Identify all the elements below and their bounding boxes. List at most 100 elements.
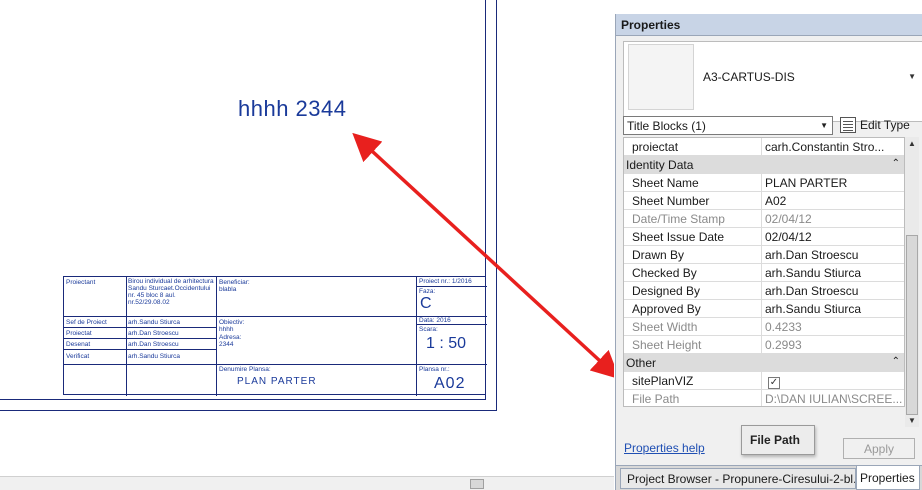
property-value[interactable]: PLAN PARTER (763, 174, 904, 192)
tb-obiectiv-value: hhhh (219, 326, 234, 333)
sheet-text-label[interactable]: hhhh 2344 (238, 96, 347, 122)
tb-adresa-label: Adresa: (219, 334, 242, 341)
tb-scara-label: Scara: (419, 326, 438, 333)
chevron-down-icon[interactable]: ▼ (908, 72, 916, 81)
properties-grid[interactable]: proiectat carh.Constantin Stro... Identity… (623, 137, 905, 407)
property-row[interactable]: File Path D:\DAN IULIAN\SCREE... (624, 390, 904, 406)
property-row[interactable]: proiectat carh.Constantin Stro... (624, 138, 904, 156)
property-name: Sheet Width (624, 318, 762, 336)
property-value[interactable]: arh.Dan Stroescu (763, 246, 904, 264)
property-value[interactable]: carh.Constantin Stro... (763, 138, 904, 156)
property-name: Date/Time Stamp (624, 210, 762, 228)
chevron-down-icon[interactable]: ▼ (820, 121, 828, 130)
property-row[interactable]: Sheet Number A02 (624, 192, 904, 210)
property-row[interactable]: Drawn By arh.Dan Stroescu (624, 246, 904, 264)
edit-type-icon (840, 117, 856, 133)
property-row[interactable]: Sheet Name PLAN PARTER (624, 174, 904, 192)
tb-denumire-value: PLAN PARTER (237, 376, 317, 387)
property-name: Approved By (624, 300, 762, 318)
property-group-label: Identity Data (626, 158, 694, 172)
property-value: 0.4233 (765, 320, 802, 334)
apply-button[interactable]: Apply (843, 438, 915, 459)
properties-vertical-scrollbar[interactable]: ▲ ▼ (905, 137, 919, 427)
tb-sef-proiect-label: Sef de Proiect (66, 319, 107, 326)
tab-project-browser[interactable]: Project Browser - Propunere-Ciresului-2-… (620, 468, 856, 489)
property-row[interactable]: Sheet Issue Date 02/04/12 (624, 228, 904, 246)
scrollbar-thumb[interactable] (906, 235, 918, 415)
tb-beneficiar-label: Beneficiar: (219, 279, 250, 286)
tb-divider (64, 349, 217, 350)
tb-proiectat-value: arh.Dan Stroescu (128, 330, 179, 337)
properties-panel-title[interactable]: Properties (616, 14, 922, 36)
tb-divider (416, 277, 417, 396)
property-name: File Path (624, 390, 762, 406)
property-value[interactable]: A02 (763, 192, 904, 210)
property-value[interactable]: arh.Dan Stroescu (763, 282, 904, 300)
category-filter-dropdown[interactable]: Title Blocks (1) ▼ (623, 116, 833, 135)
scroll-down-icon[interactable]: ▼ (908, 416, 916, 425)
scrollbar-thumb[interactable] (470, 479, 484, 489)
tb-faza-label: Faza: (419, 288, 436, 295)
collapse-icon[interactable]: ⌃ (892, 158, 900, 169)
tb-proiectant-value: Birou individual de arhitectura Sandu St… (128, 278, 214, 306)
property-row[interactable]: Approved By arh.Sandu Stiurca (624, 300, 904, 318)
category-filter-value: Title Blocks (1) (627, 119, 706, 133)
property-group-label: Other (626, 356, 657, 370)
sheet-border-outer-bottom (0, 410, 497, 411)
tb-obiectiv-label: Obiectiv: (219, 319, 245, 326)
property-row[interactable]: Date/Time Stamp 02/04/12 (624, 210, 904, 228)
property-name: proiectat (624, 138, 762, 156)
property-value[interactable]: arh.Sandu Stiurca (763, 300, 904, 318)
tb-divider (64, 316, 417, 317)
property-value[interactable]: 02/04/12 (763, 228, 904, 246)
tb-plansa-value: A02 (434, 375, 466, 392)
tb-proiect-nr: Proiect nr.: 1/2016 (419, 278, 472, 285)
tb-proiectant-label: Proiectant (66, 279, 96, 286)
property-row[interactable]: Checked By arh.Sandu Stiurca (624, 264, 904, 282)
tb-divider (126, 277, 127, 396)
edit-type-button[interactable]: Edit Type (840, 114, 910, 136)
property-name: Drawn By (624, 246, 762, 264)
type-selector[interactable]: A3-CARTUS-DIS ▼ (623, 41, 922, 122)
tb-proiectat-label: Proiectat (66, 330, 92, 337)
tb-divider (64, 327, 217, 328)
properties-help-link[interactable]: Properties help (624, 441, 705, 455)
annotation-arrow (352, 132, 614, 380)
property-value[interactable]: arh.Sandu Stiurca (763, 264, 904, 282)
title-block[interactable]: Proiectant Birou individual de arhitectu… (63, 276, 487, 396)
collapse-icon[interactable]: ⌃ (892, 356, 900, 367)
properties-panel: Properties A3-CARTUS-DIS ▼ Title Blocks … (615, 14, 922, 490)
property-name: Sheet Issue Date (624, 228, 762, 246)
property-group-header[interactable]: Other ⌃ (624, 354, 904, 372)
property-row[interactable]: Sheet Width 0.4233 (624, 318, 904, 336)
tb-desenat-label: Desenat (66, 341, 91, 348)
checkbox[interactable]: ✓ (768, 377, 780, 389)
tb-verificat-label: Verificat (66, 353, 90, 360)
tb-desenat-value: arh.Dan Stroescu (128, 341, 179, 348)
sheet-border-inner-bottom (0, 399, 486, 400)
scroll-up-icon[interactable]: ▲ (908, 139, 916, 148)
horizontal-scrollbar[interactable] (0, 476, 614, 490)
property-name: sitePlanVIZ (624, 372, 762, 390)
property-group-header[interactable]: Identity Data ⌃ (624, 156, 904, 174)
property-row[interactable]: Designed By arh.Dan Stroescu (624, 282, 904, 300)
panel-tab-bar: Project Browser - Propunere-Ciresului-2-… (616, 465, 922, 490)
property-value: 0.2993 (765, 338, 802, 352)
property-row[interactable]: sitePlanVIZ ✓ (624, 372, 904, 390)
drawing-canvas[interactable]: hhhh 2344 Proiectant Birou individual de… (0, 0, 614, 476)
tab-properties[interactable]: Properties (856, 466, 920, 490)
property-row[interactable]: Sheet Height 0.2993 (624, 336, 904, 354)
tb-divider (416, 324, 487, 325)
property-checkbox-cell[interactable]: ✓ (763, 372, 904, 390)
edit-type-label: Edit Type (860, 118, 910, 132)
property-value: 02/04/12 (765, 212, 812, 226)
tb-data-label: Data: 2016 (419, 317, 451, 324)
tb-faza-value: C (420, 295, 432, 312)
property-name: Sheet Height (624, 336, 762, 354)
tb-divider (64, 338, 217, 339)
tb-divider (64, 364, 487, 365)
tb-beneficiar-value: blabla (219, 286, 237, 293)
property-name: Designed By (624, 282, 762, 300)
property-value: D:\DAN IULIAN\SCREE... (765, 392, 903, 406)
tb-scara-value: 1 : 50 (426, 335, 467, 352)
